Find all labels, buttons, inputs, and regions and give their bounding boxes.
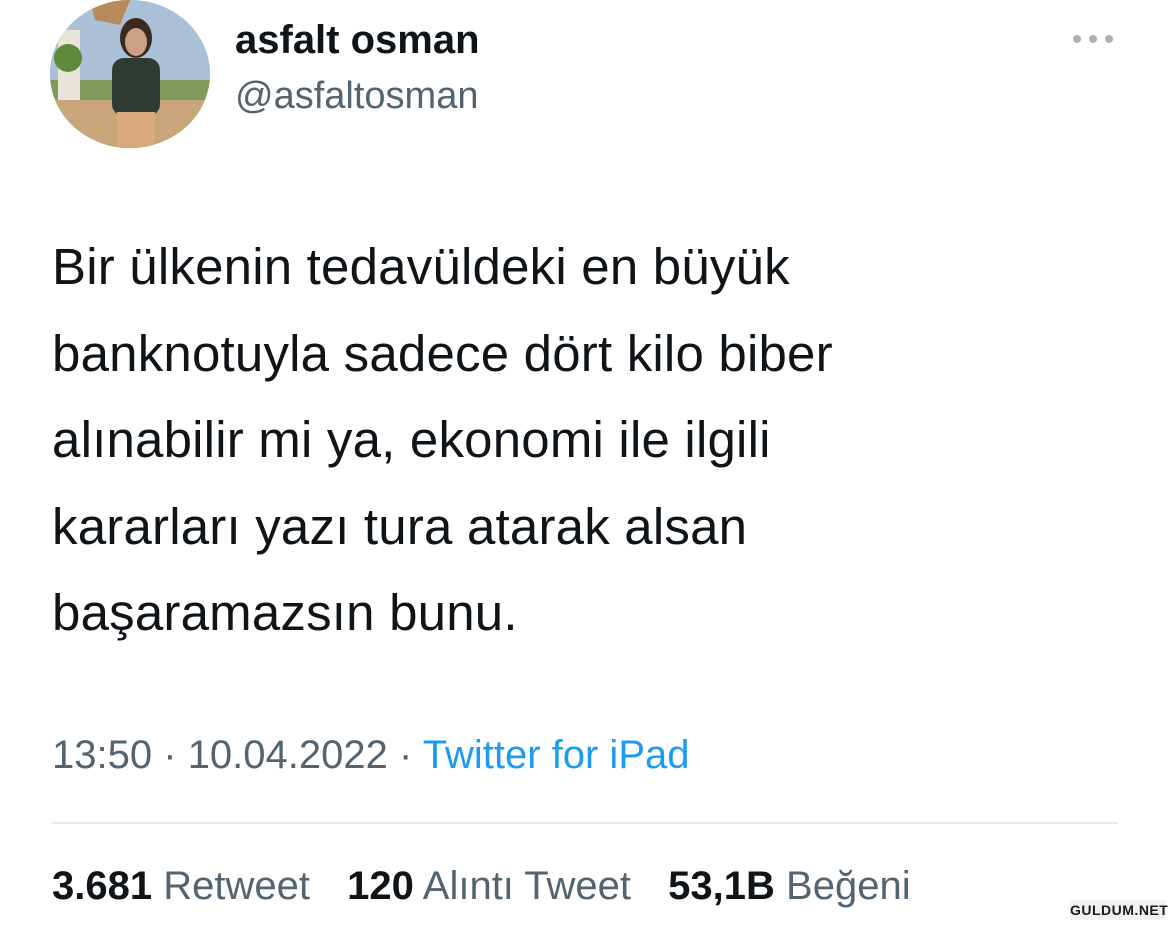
author-handle[interactable]: @asfaltosman [235,73,478,119]
quote-count[interactable]: 120 Alıntı Tweet [347,862,631,910]
divider [52,822,1118,824]
avatar-photo [50,0,210,148]
like-count-label: Beğeni [786,864,911,908]
engagement-stats: 3.681 Retweet 120 Alıntı Tweet 53,1B Beğ… [52,862,911,910]
retweet-count-number: 3.681 [52,864,153,908]
more-horizontal-icon[interactable] [1068,28,1118,50]
quote-count-number: 120 [347,864,414,908]
tweet-date: 10.04.2022 [187,733,388,777]
meta-separator: · [163,733,177,777]
meta-separator: · [399,733,413,777]
author-display-name[interactable]: asfalt osman [235,16,480,64]
author-avatar[interactable] [50,0,210,148]
tweet-meta: 13:50 · 10.04.2022 · Twitter for iPad [52,730,690,780]
tweet-source-link[interactable]: Twitter for iPad [423,733,690,777]
like-count-number: 53,1B [668,864,775,908]
like-count[interactable]: 53,1B Beğeni [668,862,910,910]
retweet-count[interactable]: 3.681 Retweet [52,862,310,910]
tweet-text: Bir ülkenin tedavüldeki en büyük banknot… [52,238,833,641]
tweet-time: 13:50 [52,733,153,777]
site-watermark: GULDUM.NET [1070,900,1169,920]
quote-count-label: Alıntı Tweet [422,864,632,908]
retweet-count-label: Retweet [163,864,310,908]
